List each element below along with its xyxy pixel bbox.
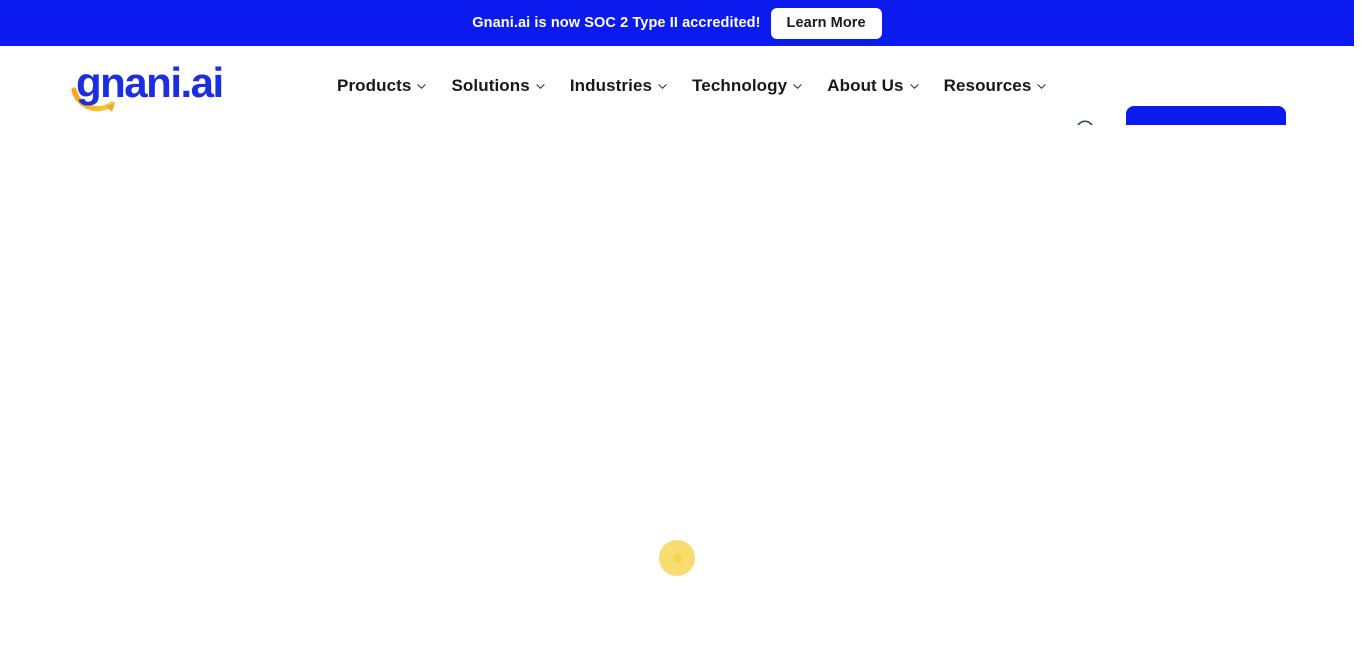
nav-item-label: Solutions bbox=[451, 77, 529, 94]
site-header: gnani.ai Products Solutions bbox=[0, 46, 1354, 125]
nav-item-label: Resources bbox=[944, 77, 1032, 94]
gnani-ai-logo[interactable]: gnani.ai bbox=[68, 54, 244, 116]
nav-item-industries[interactable]: Industries bbox=[570, 77, 667, 94]
nav-item-technology[interactable]: Technology bbox=[692, 77, 802, 94]
chevron-down-icon bbox=[793, 82, 802, 91]
main-navigation: Products Solutions Industries bbox=[337, 46, 1046, 125]
chevron-down-icon bbox=[417, 82, 426, 91]
learn-more-button[interactable]: Learn More bbox=[771, 8, 882, 39]
nav-item-about-us[interactable]: About Us bbox=[827, 77, 918, 94]
nav-item-products[interactable]: Products bbox=[337, 77, 426, 94]
chevron-down-icon bbox=[1037, 82, 1046, 91]
page-root: Gnani.ai is now SOC 2 Type II accredited… bbox=[0, 0, 1366, 651]
announcement-banner: Gnani.ai is now SOC 2 Type II accredited… bbox=[0, 0, 1354, 46]
nav-item-solutions[interactable]: Solutions bbox=[451, 77, 544, 94]
chevron-down-icon bbox=[658, 82, 667, 91]
vertical-scrollbar[interactable] bbox=[1354, 0, 1366, 651]
chevron-down-icon bbox=[910, 82, 919, 91]
announcement-message: Gnani.ai is now SOC 2 Type II accredited… bbox=[472, 16, 760, 31]
nav-item-label: Industries bbox=[570, 77, 652, 94]
nav-item-resources[interactable]: Resources bbox=[944, 77, 1047, 94]
nav-item-label: About Us bbox=[827, 77, 903, 94]
loading-spinner-icon bbox=[659, 540, 695, 576]
main-content-area bbox=[0, 125, 1354, 651]
browser-viewport: Gnani.ai is now SOC 2 Type II accredited… bbox=[0, 0, 1354, 651]
chevron-down-icon bbox=[536, 82, 545, 91]
nav-item-label: Technology bbox=[692, 77, 787, 94]
svg-text:gnani.ai: gnani.ai bbox=[76, 59, 223, 106]
loading-spinner-core bbox=[673, 554, 682, 563]
nav-item-label: Products bbox=[337, 77, 411, 94]
